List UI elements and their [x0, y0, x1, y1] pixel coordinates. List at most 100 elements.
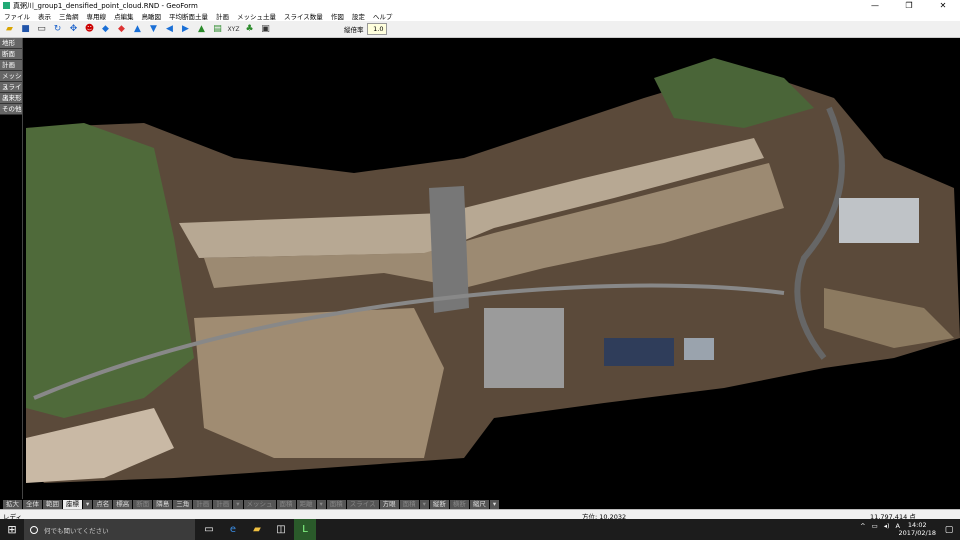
menu-point-edit[interactable]: 点編集	[110, 11, 138, 21]
parking-lot	[484, 308, 564, 388]
clock-date: 2017/02/18	[898, 529, 936, 537]
panel-terrain[interactable]: 地形	[0, 38, 22, 49]
geoform-taskbar-icon[interactable]: L	[294, 519, 316, 540]
arrow-right-icon[interactable]: ▶	[179, 23, 192, 36]
move-icon[interactable]: ✥	[67, 23, 80, 36]
menu-lines[interactable]: 専用線	[83, 11, 111, 21]
cmd-cross[interactable]: 横断	[449, 499, 469, 509]
menu-bar: ファイル 表示 三角網 専用線 点編集 鳥瞰図 平均断面土量 計画 メッシュ土量…	[0, 11, 960, 21]
menu-mesh-volume[interactable]: メッシュ土量	[233, 11, 280, 21]
app-icon	[3, 2, 10, 9]
toolbar: ▰ ■ ▭ ↻ ✥ ☻ ◆ ◆ ▲ ▼ ◀ ▶ ▲ ▤ XYZ ♣ ▣	[0, 21, 960, 38]
start-button[interactable]: ⊞	[0, 519, 24, 540]
cmd-longitudinal[interactable]: 縦断	[429, 499, 449, 509]
window-title: 真粥川_group1_densified_point_cloud.RND - G…	[13, 1, 198, 10]
solar-panels	[604, 338, 674, 366]
cmd-dropdown-1[interactable]: ▾	[83, 499, 93, 509]
close-button[interactable]: ✕	[926, 0, 960, 11]
menu-file[interactable]: ファイル	[0, 11, 34, 21]
edge-icon[interactable]: e	[222, 519, 244, 540]
cmd-area-1[interactable]: 面積	[276, 499, 296, 509]
menu-settings[interactable]: 設定	[348, 11, 369, 21]
cmd-elevation[interactable]: 標高	[113, 499, 133, 509]
cube-blue-icon[interactable]: ◆	[99, 23, 112, 36]
xyz-icon[interactable]: XYZ	[227, 23, 240, 36]
cmd-coords[interactable]: 座標	[63, 499, 82, 509]
cmd-scale[interactable]: 縮尺	[469, 499, 489, 509]
cmd-section[interactable]: 断面	[133, 499, 153, 509]
cmd-area-2[interactable]: 面積	[326, 499, 346, 509]
rotate-icon[interactable]: ↻	[51, 23, 64, 36]
cmd-slice[interactable]: スライス	[346, 499, 379, 509]
arrow-down-icon[interactable]: ▼	[147, 23, 160, 36]
cmd-point-name[interactable]: 点名	[93, 499, 113, 509]
cmd-all[interactable]: 全体	[23, 499, 42, 509]
left-panel: 地形 断面 計画 メッシュ スライス 出来形 その他	[0, 38, 23, 499]
menu-draw[interactable]: 作図	[327, 11, 348, 21]
person-icon[interactable]: ☻	[83, 23, 96, 36]
explorer-icon[interactable]: ▰	[246, 519, 268, 540]
menu-section-volume[interactable]: 平均断面土量	[165, 11, 212, 21]
menu-tin[interactable]: 三角網	[55, 11, 83, 21]
tray-chevron-icon[interactable]: ^	[860, 522, 865, 530]
bottom-command-bar: 拡大 全体 範囲 座標 ▾ 点名 標高 断面 隣島 三角 計画 計画 ▾ メッシ…	[0, 499, 960, 509]
cortana-icon	[30, 525, 38, 534]
maximize-button[interactable]: ❐	[892, 0, 926, 11]
clock-time: 14:02	[907, 521, 927, 529]
panel-mesh[interactable]: メッシュ	[0, 71, 22, 91]
open-icon[interactable]: ▰	[3, 23, 16, 36]
cmd-dropdown-2[interactable]: ▾	[233, 499, 243, 509]
cmd-grid[interactable]: 方眼	[379, 499, 399, 509]
task-view-icon[interactable]: ▭	[198, 519, 220, 540]
search-box[interactable]: 何でも聞いてください	[24, 519, 195, 540]
cmd-mesh[interactable]: メッシュ	[243, 499, 276, 509]
taskbar: ⊞ 何でも聞いてください ▭ e ▰ ◫ L ^ ▭ ◂) A 14:02 20…	[0, 519, 960, 540]
clock[interactable]: 14:02 2017/02/18	[899, 521, 936, 537]
panel-plan[interactable]: 計画	[0, 60, 22, 71]
cmd-dropdown-5[interactable]: ▾	[489, 499, 500, 509]
title-bar: 真粥川_group1_densified_point_cloud.RND - G…	[0, 0, 960, 11]
panel-asbuilt[interactable]: 出来形	[0, 93, 22, 104]
point-cloud-render	[26, 58, 960, 483]
cmd-plan-1[interactable]: 計画	[193, 499, 213, 509]
arrow-left-icon[interactable]: ◀	[163, 23, 176, 36]
select-icon[interactable]: ▭	[35, 23, 48, 36]
small-building	[684, 338, 714, 360]
cmd-area-3[interactable]: 面積	[399, 499, 419, 509]
cmd-dropdown-4[interactable]: ▾	[419, 499, 429, 509]
terrain-icon[interactable]: ▲	[195, 23, 208, 36]
monitor-icon[interactable]: ▣	[259, 23, 272, 36]
cmd-plan-2[interactable]: 計画	[213, 499, 233, 509]
cmd-distance[interactable]: 距離	[296, 499, 316, 509]
arrow-up-icon[interactable]: ▲	[131, 23, 144, 36]
cube-red-icon[interactable]: ◆	[115, 23, 128, 36]
ratio-label: 縦倍率	[344, 26, 364, 34]
cmd-neighbor[interactable]: 隣島	[153, 499, 173, 509]
section-icon[interactable]: ▤	[211, 23, 224, 36]
menu-view[interactable]: 表示	[34, 11, 55, 21]
search-placeholder: 何でも聞いてください	[44, 526, 109, 535]
notification-icon[interactable]: ▢	[938, 519, 960, 540]
network-icon[interactable]: ▭	[872, 522, 878, 530]
building	[839, 198, 919, 243]
menu-plan[interactable]: 計画	[212, 11, 233, 21]
panel-section[interactable]: 断面	[0, 49, 22, 60]
store-icon[interactable]: ◫	[270, 519, 292, 540]
menu-slice-volume[interactable]: スライス数量	[280, 11, 327, 21]
minimize-button[interactable]: —	[858, 0, 892, 11]
cmd-triangle[interactable]: 三角	[173, 499, 193, 509]
menu-help[interactable]: ヘルプ	[369, 11, 397, 21]
lower-field	[194, 308, 444, 458]
cmd-dropdown-3[interactable]: ▾	[316, 499, 326, 509]
cmd-zoom[interactable]: 拡大	[3, 499, 22, 509]
cmd-range[interactable]: 範囲	[43, 499, 62, 509]
menu-birdseye[interactable]: 鳥瞰図	[138, 11, 166, 21]
point-cloud-viewport[interactable]	[24, 38, 960, 499]
panel-slice[interactable]: スライス	[0, 82, 22, 102]
tree-icon[interactable]: ♣	[243, 23, 256, 36]
ratio-input[interactable]: 1.0	[366, 23, 387, 35]
panel-other[interactable]: その他	[0, 104, 22, 115]
status-bar: レディ 方位: 10.2032 11,797,414 点	[0, 509, 960, 521]
volume-icon[interactable]: ◂)	[884, 522, 890, 530]
save-icon[interactable]: ■	[19, 23, 32, 36]
